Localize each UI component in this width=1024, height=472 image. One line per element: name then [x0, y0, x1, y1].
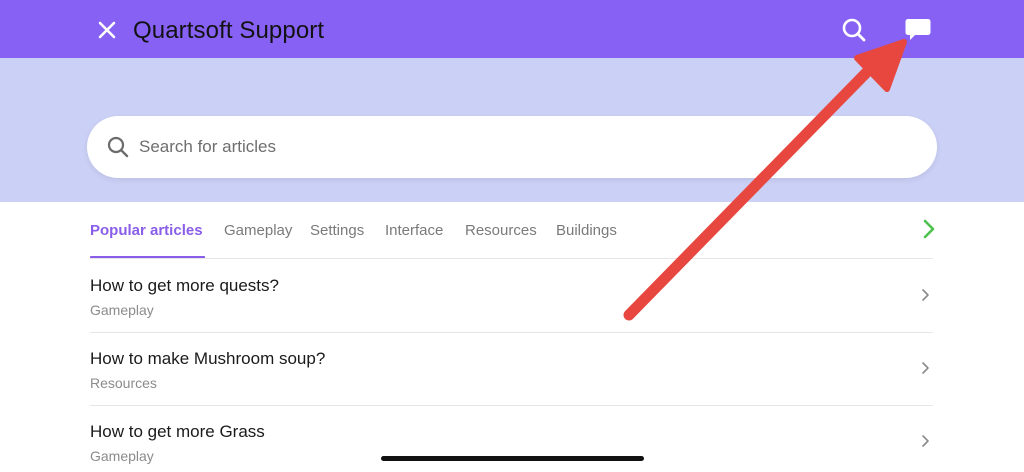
search-icon: [106, 135, 130, 159]
tab-interface[interactable]: Interface: [385, 222, 443, 239]
tab-settings[interactable]: Settings: [310, 222, 364, 239]
tab-buildings[interactable]: Buildings: [556, 222, 617, 239]
article-search-box[interactable]: [87, 116, 937, 178]
article-row[interactable]: How to make Mushroom soup? Resources: [90, 332, 933, 405]
article-title: How to get more Grass: [90, 422, 265, 441]
tab-resources[interactable]: Resources: [465, 222, 537, 239]
app-header: Quartsoft Support: [0, 0, 1024, 58]
tab-popular-articles[interactable]: Popular articles: [90, 222, 203, 239]
close-icon[interactable]: [94, 17, 120, 43]
article-row[interactable]: How to get more quests? Gameplay: [90, 259, 933, 332]
search-input[interactable]: [139, 130, 899, 164]
article-title: How to make Mushroom soup?: [90, 349, 326, 368]
article-category: Gameplay: [90, 302, 154, 318]
chevron-right-icon[interactable]: [918, 218, 940, 240]
chat-bubble-icon[interactable]: [903, 16, 933, 44]
search-icon[interactable]: [840, 16, 868, 44]
tab-gameplay[interactable]: Gameplay: [224, 222, 292, 239]
page-title: Quartsoft Support: [133, 17, 325, 44]
article-category: Gameplay: [90, 448, 154, 464]
article-row[interactable]: How to get more Grass Gameplay: [90, 405, 933, 472]
chevron-right-icon: [918, 361, 932, 375]
home-indicator: [381, 456, 644, 461]
article-category: Resources: [90, 375, 157, 391]
chevron-right-icon: [918, 434, 932, 448]
article-title: How to get more quests?: [90, 276, 279, 295]
chevron-right-icon: [918, 288, 932, 302]
